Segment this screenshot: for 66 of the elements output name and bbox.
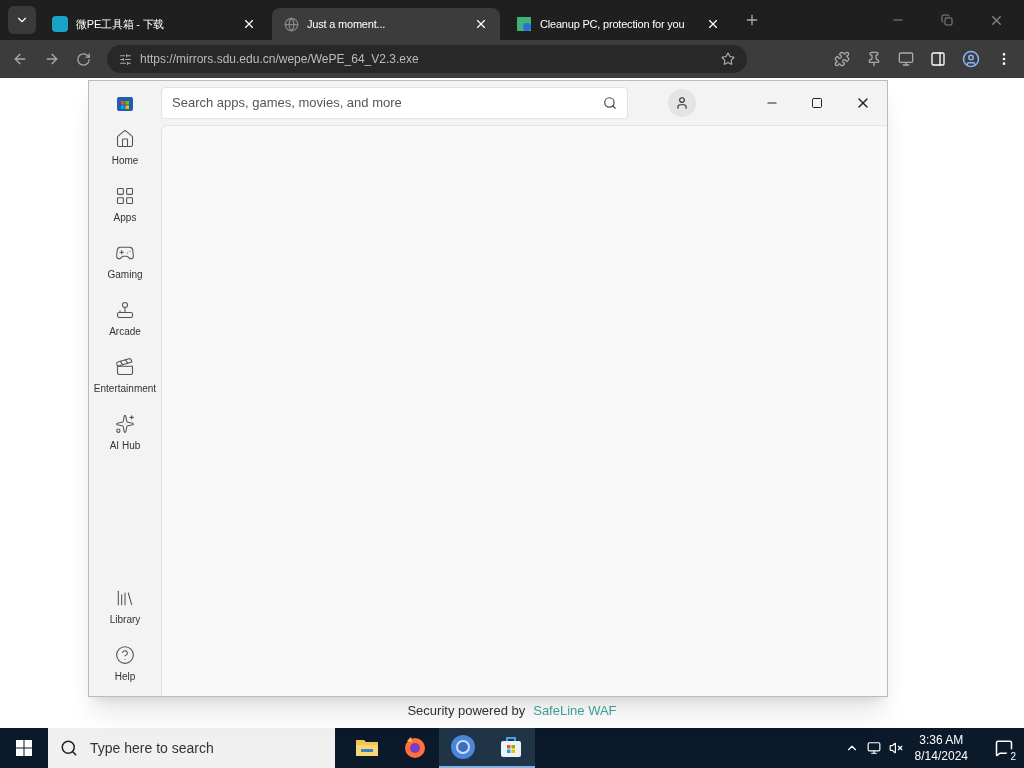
nav-item[interactable]: Arcade xyxy=(89,296,161,343)
puzzle-icon[interactable] xyxy=(834,51,850,67)
reload-icon[interactable] xyxy=(76,51,91,67)
footer-text: Security powered by xyxy=(407,701,526,720)
close-icon[interactable] xyxy=(706,17,720,31)
muted-speaker-icon[interactable] xyxy=(888,741,903,755)
profile-icon[interactable] xyxy=(962,50,980,68)
windows-icon xyxy=(16,740,32,756)
joystick-icon xyxy=(115,300,135,320)
house-icon xyxy=(115,129,135,149)
nav-item[interactable]: Gaming xyxy=(89,239,161,286)
grid-icon xyxy=(115,186,135,206)
browser-icon xyxy=(403,735,427,759)
clock-time: 3:36 AM xyxy=(919,732,964,748)
nav-item[interactable]: Help xyxy=(89,641,161,688)
url-text: https://mirrors.sdu.edu.cn/wepe/WePE_64_V2.3.exe xyxy=(140,51,420,68)
taskbar-app[interactable] xyxy=(487,728,535,768)
account-button[interactable] xyxy=(668,89,696,117)
tab-list-button[interactable] xyxy=(8,6,36,34)
browser-tab[interactable]: Just a moment... xyxy=(272,8,500,40)
clock-date: 8/14/2024 xyxy=(914,748,968,764)
help-icon xyxy=(115,645,135,665)
search-icon xyxy=(60,739,78,757)
clapperboard-icon xyxy=(115,357,135,377)
network-icon[interactable] xyxy=(866,741,881,755)
nav-item[interactable]: Home xyxy=(89,125,161,172)
nav-item[interactable]: Library xyxy=(89,584,161,631)
tab-title: 微PE工具箱 - 下载 xyxy=(76,16,166,32)
browser-tab[interactable]: 微PE工具箱 - 下载 xyxy=(40,8,268,40)
browser-tab[interactable]: Cleanup PC, protection for you xyxy=(504,8,732,40)
nav-item[interactable]: AI Hub xyxy=(89,410,161,457)
pin-icon[interactable] xyxy=(866,51,882,67)
store-logo-icon xyxy=(116,94,134,112)
close-icon[interactable] xyxy=(474,17,488,31)
globe-icon xyxy=(284,16,299,32)
maximize-icon[interactable] xyxy=(811,97,823,109)
shield-favicon xyxy=(516,16,532,32)
message-icon xyxy=(995,739,1013,757)
browser-icon xyxy=(450,734,476,760)
tab-title: Cleanup PC, protection for you xyxy=(540,16,686,32)
new-tab-icon[interactable] xyxy=(744,12,760,28)
folder-icon xyxy=(355,737,379,757)
site-info-icon[interactable] xyxy=(119,52,132,66)
app-favicon xyxy=(52,16,68,32)
search-icon[interactable] xyxy=(603,96,617,110)
store-bag-icon xyxy=(499,735,523,759)
side-panel-icon[interactable] xyxy=(930,51,946,67)
notifications-button[interactable]: 2 xyxy=(984,728,1024,768)
extension-icon[interactable] xyxy=(898,51,914,67)
taskbar-search-field[interactable]: Type here to search xyxy=(48,728,335,768)
taskbar-app[interactable] xyxy=(439,728,487,768)
nav-item[interactable]: Entertainment xyxy=(89,353,161,400)
forward-icon[interactable] xyxy=(44,51,60,67)
address-bar[interactable]: https://mirrors.sdu.edu.cn/wepe/WePE_64_V2.3.exe xyxy=(107,45,747,73)
close-icon[interactable] xyxy=(242,17,256,31)
books-icon xyxy=(115,588,135,608)
sparkles-icon xyxy=(115,414,135,434)
nav-item[interactable]: Apps xyxy=(89,182,161,229)
star-icon[interactable] xyxy=(721,52,735,66)
search-placeholder: Type here to search xyxy=(90,738,214,758)
back-icon[interactable] xyxy=(12,51,28,67)
store-search-field[interactable]: Search apps, games, movies, and more xyxy=(161,87,628,119)
person-icon xyxy=(675,96,689,110)
search-placeholder: Search apps, games, movies, and more xyxy=(172,94,403,113)
restore-icon[interactable] xyxy=(941,14,953,26)
tab-title: Just a moment... xyxy=(307,16,387,32)
